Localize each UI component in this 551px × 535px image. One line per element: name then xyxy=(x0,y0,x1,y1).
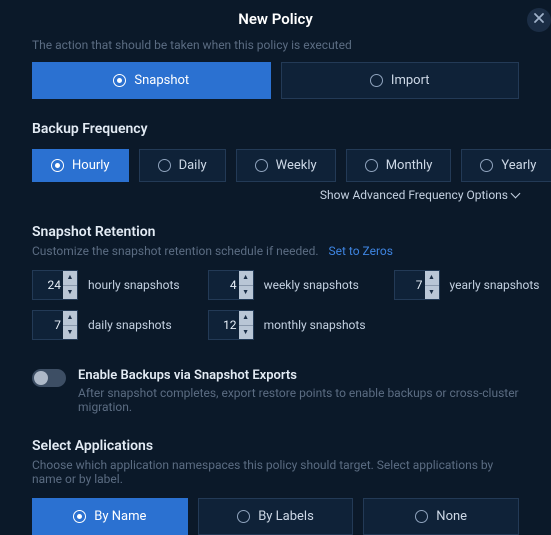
daily-retention-label: daily snapshots xyxy=(88,318,172,332)
yearly-retention-label: yearly snapshots xyxy=(450,278,540,292)
chevron-down-icon xyxy=(511,189,521,199)
yearly-retention-input[interactable]: ▲▼ xyxy=(394,270,440,300)
stepper-up-icon[interactable]: ▲ xyxy=(63,311,77,326)
stepper-up-icon[interactable]: ▲ xyxy=(63,271,77,286)
frequency-daily-label: Daily xyxy=(179,158,207,173)
radio-icon xyxy=(51,159,64,172)
frequency-yearly-label: Yearly xyxy=(501,158,536,173)
enable-exports-description: After snapshot completes, export restore… xyxy=(78,386,519,414)
apps-by-labels-option[interactable]: By Labels xyxy=(198,498,354,535)
applications-description: Choose which application namespaces this… xyxy=(32,458,519,486)
set-to-zeros-link[interactable]: Set to Zeros xyxy=(329,244,393,258)
frequency-title: Backup Frequency xyxy=(32,121,519,137)
monthly-retention-label: monthly snapshots xyxy=(264,318,366,332)
monthly-retention-input[interactable]: ▲▼ xyxy=(208,310,254,340)
apps-by-labels-label: By Labels xyxy=(258,509,314,524)
radio-icon xyxy=(237,510,250,523)
enable-exports-label: Enable Backups via Snapshot Exports xyxy=(78,368,519,383)
apps-none-label: None xyxy=(436,509,467,524)
weekly-retention-label: weekly snapshots xyxy=(264,278,359,292)
frequency-weekly-option[interactable]: Weekly xyxy=(236,149,336,182)
apps-by-name-option[interactable]: By Name xyxy=(32,498,188,535)
frequency-yearly-option[interactable]: Yearly xyxy=(461,149,551,182)
close-icon xyxy=(533,12,545,28)
frequency-options: Hourly Daily Weekly Monthly Yearly xyxy=(32,149,519,182)
apps-none-option[interactable]: None xyxy=(363,498,519,535)
action-segmented: Snapshot Import xyxy=(32,62,519,99)
frequency-monthly-label: Monthly xyxy=(386,158,433,173)
action-snapshot-label: Snapshot xyxy=(134,73,189,88)
action-import-option[interactable]: Import xyxy=(281,62,520,99)
applications-title: Select Applications xyxy=(32,438,519,454)
frequency-monthly-option[interactable]: Monthly xyxy=(346,149,452,182)
toggle-knob xyxy=(34,371,48,385)
radio-icon xyxy=(158,159,171,172)
radio-icon xyxy=(480,159,493,172)
enable-exports-toggle[interactable] xyxy=(32,369,66,387)
hourly-retention-label: hourly snapshots xyxy=(88,278,180,292)
applications-options: By Name By Labels None xyxy=(32,498,519,535)
action-description: The action that should be taken when thi… xyxy=(32,38,519,52)
stepper-down-icon[interactable]: ▼ xyxy=(239,326,253,340)
stepper-down-icon[interactable]: ▼ xyxy=(425,286,439,300)
radio-icon xyxy=(415,510,428,523)
daily-retention-input[interactable]: ▲▼ xyxy=(32,310,78,340)
radio-icon xyxy=(73,510,86,523)
apps-by-name-label: By Name xyxy=(94,509,146,524)
stepper-up-icon[interactable]: ▲ xyxy=(425,271,439,286)
stepper-down-icon[interactable]: ▼ xyxy=(63,326,77,340)
frequency-weekly-label: Weekly xyxy=(276,158,317,173)
frequency-hourly-label: Hourly xyxy=(72,158,110,173)
stepper-up-icon[interactable]: ▲ xyxy=(239,271,253,286)
action-import-label: Import xyxy=(391,73,430,88)
retention-description: Customize the snapshot retention schedul… xyxy=(32,244,319,258)
radio-icon xyxy=(113,74,126,87)
retention-grid: ▲▼ hourly snapshots ▲▼ daily snapshots ▲… xyxy=(32,270,519,340)
radio-icon xyxy=(370,74,383,87)
dialog-title: New Policy xyxy=(0,0,551,38)
stepper-down-icon[interactable]: ▼ xyxy=(63,286,77,300)
stepper-down-icon[interactable]: ▼ xyxy=(239,286,253,300)
radio-icon xyxy=(255,159,268,172)
advanced-frequency-link[interactable]: Show Advanced Frequency Options xyxy=(32,188,519,202)
frequency-daily-option[interactable]: Daily xyxy=(139,149,226,182)
frequency-hourly-option[interactable]: Hourly xyxy=(32,149,129,182)
radio-icon xyxy=(365,159,378,172)
close-button[interactable] xyxy=(527,8,551,32)
hourly-retention-input[interactable]: ▲▼ xyxy=(32,270,78,300)
retention-title: Snapshot Retention xyxy=(32,224,519,240)
weekly-retention-input[interactable]: ▲▼ xyxy=(208,270,254,300)
advanced-frequency-label: Show Advanced Frequency Options xyxy=(320,188,508,202)
action-snapshot-option[interactable]: Snapshot xyxy=(32,62,271,99)
stepper-up-icon[interactable]: ▲ xyxy=(239,311,253,326)
